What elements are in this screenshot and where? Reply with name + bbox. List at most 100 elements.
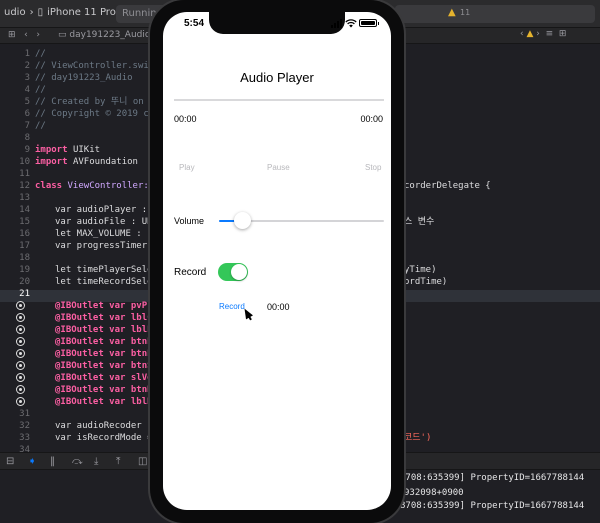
iphone-simulator: 5:54 Audio Player 00:00 00:00 Play Pause… (150, 0, 404, 523)
next-issue-icon[interactable]: › (536, 29, 540, 39)
code-line: var audioFile : URL (55, 217, 158, 227)
line-number: 21 (19, 289, 30, 299)
line-number: 5 (24, 97, 30, 107)
view-debugger-icon[interactable]: ◫ (138, 456, 147, 467)
outlet-connection-icon[interactable] (16, 361, 25, 370)
line-number: 33 (19, 433, 30, 443)
breadcrumb-project: day191223_Audio (69, 30, 151, 40)
warning-area (395, 5, 595, 23)
code-line: let timePlayerSelec (55, 265, 158, 275)
forward-icon[interactable]: › (36, 30, 40, 40)
code-line: @IBOutlet var btnPa (55, 349, 158, 359)
line-number: 15 (19, 217, 30, 227)
line-number: 20 (19, 277, 30, 287)
console-line: 8708:635399] PropertyID=1667788144 (400, 473, 585, 483)
pause-button[interactable]: Pause (267, 163, 290, 172)
code-line: 스 변수 (404, 217, 435, 227)
jump-bar-controls: ‹ ▲ › ≡ ⊞ (520, 29, 566, 39)
outlet-connection-icon[interactable] (16, 313, 25, 322)
stop-button[interactable]: Stop (365, 163, 381, 172)
record-mode-label: Record (174, 267, 207, 278)
code-line: // ViewController.swif (35, 61, 155, 71)
volume-slider-thumb[interactable] (233, 212, 251, 229)
code-line: // (35, 49, 46, 59)
line-number: 13 (19, 193, 30, 203)
code-line: var audioRecoder : (55, 421, 153, 431)
warning-count: 11 (460, 8, 471, 17)
code-line: yTime) (404, 265, 437, 275)
end-time-label: 00:00 (360, 114, 383, 124)
wifi-icon (345, 19, 357, 28)
line-number: 2 (24, 61, 30, 71)
hide-debug-area-icon[interactable]: ⊟ (6, 456, 14, 467)
code-line: @IBOutlet var pvPro (55, 301, 158, 311)
line-number: 1 (24, 49, 30, 59)
progress-view (174, 99, 384, 101)
code-line: ordTime) (404, 277, 448, 287)
back-icon[interactable]: ‹ (24, 30, 28, 40)
outlet-connection-icon[interactable] (16, 397, 25, 406)
code-line: var progressTimer : (55, 241, 158, 251)
outlet-connection-icon[interactable] (16, 349, 25, 358)
app-screen: 5:54 Audio Player 00:00 00:00 Play Pause… (163, 12, 391, 510)
record-mode-switch[interactable] (218, 263, 248, 281)
step-out-icon[interactable]: ⤒ (116, 456, 120, 467)
device-icon: ▯ (37, 7, 44, 18)
add-editor-icon[interactable]: ⊞ (559, 29, 567, 39)
console-line: 8708:635399] PropertyID=1667788144 (400, 501, 585, 511)
issue-warning-icon[interactable]: ▲ (526, 29, 533, 39)
line-number: 9 (24, 145, 30, 155)
code-line: // Copyright © 2019 c (35, 109, 149, 119)
code-line: @IBOutlet var lblEn (55, 325, 158, 335)
step-in-icon[interactable]: ⤓ (94, 456, 98, 467)
outlet-connection-icon[interactable] (16, 373, 25, 382)
breakpoints-icon[interactable]: ➧ (28, 456, 36, 467)
breadcrumb[interactable]: ▭ day191223_Audio (58, 30, 150, 40)
play-button[interactable]: Play (179, 163, 195, 172)
outlet-connection-icon[interactable] (16, 301, 25, 310)
outlet-connection-icon[interactable] (16, 325, 25, 334)
outlet-connection-icon[interactable] (16, 337, 25, 346)
line-number: 8 (24, 133, 30, 143)
code-line: // (35, 85, 46, 95)
code-line: @IBOutlet var btnRe (55, 385, 158, 395)
keyword: import (35, 145, 68, 155)
code-line: import AVFoundation (35, 156, 138, 168)
outlet-connection-icon[interactable] (16, 385, 25, 394)
code-line: corderDelegate { (404, 181, 491, 191)
line-number: 6 (24, 109, 30, 119)
code-line: let MAX_VOLUME : Fl (55, 229, 158, 239)
code-text: ViewController: U (67, 181, 160, 191)
mouse-cursor-icon (241, 306, 253, 320)
code-text: UIKit (72, 145, 101, 155)
step-over-icon[interactable]: ⤼ (72, 456, 83, 467)
previous-issue-icon[interactable]: ‹ (520, 29, 524, 39)
line-number: 32 (19, 421, 30, 431)
code-line: @IBOutlet var slVol (55, 373, 158, 383)
line-number: 31 (19, 409, 30, 419)
keyword: class (35, 181, 63, 191)
code-line: var audioPlayer : A (55, 205, 158, 215)
warning-icon[interactable]: ▲ (448, 7, 456, 18)
record-time-label: 00:00 (267, 302, 290, 312)
code-line: @IBOutlet var btnSt (55, 361, 158, 371)
code-line: @IBOutlet var btnPl (55, 337, 158, 347)
line-number: 12 (19, 181, 30, 191)
volume-label: Volume (174, 216, 205, 226)
code-line: @IBOutlet var lblRe (55, 397, 158, 407)
line-number: 14 (19, 205, 30, 215)
battery-tip (378, 22, 379, 25)
battery-icon (359, 19, 377, 27)
line-number: 19 (19, 265, 30, 275)
chevron-right-icon: › (29, 7, 34, 18)
line-number: 4 (24, 85, 30, 95)
code-line: import UIKit (35, 144, 100, 156)
grid-icon[interactable]: ⊞ (8, 30, 16, 40)
related-items-icon[interactable]: ≡ (546, 29, 554, 39)
current-time-label: 00:00 (174, 114, 197, 124)
switch-knob (231, 264, 247, 280)
code-text: AVFoundation (72, 157, 138, 167)
code-line: // Created by 뚜니 on 2 (35, 97, 155, 107)
code-line: 코드') (404, 433, 432, 443)
pause-icon[interactable]: ‖ (50, 456, 55, 467)
